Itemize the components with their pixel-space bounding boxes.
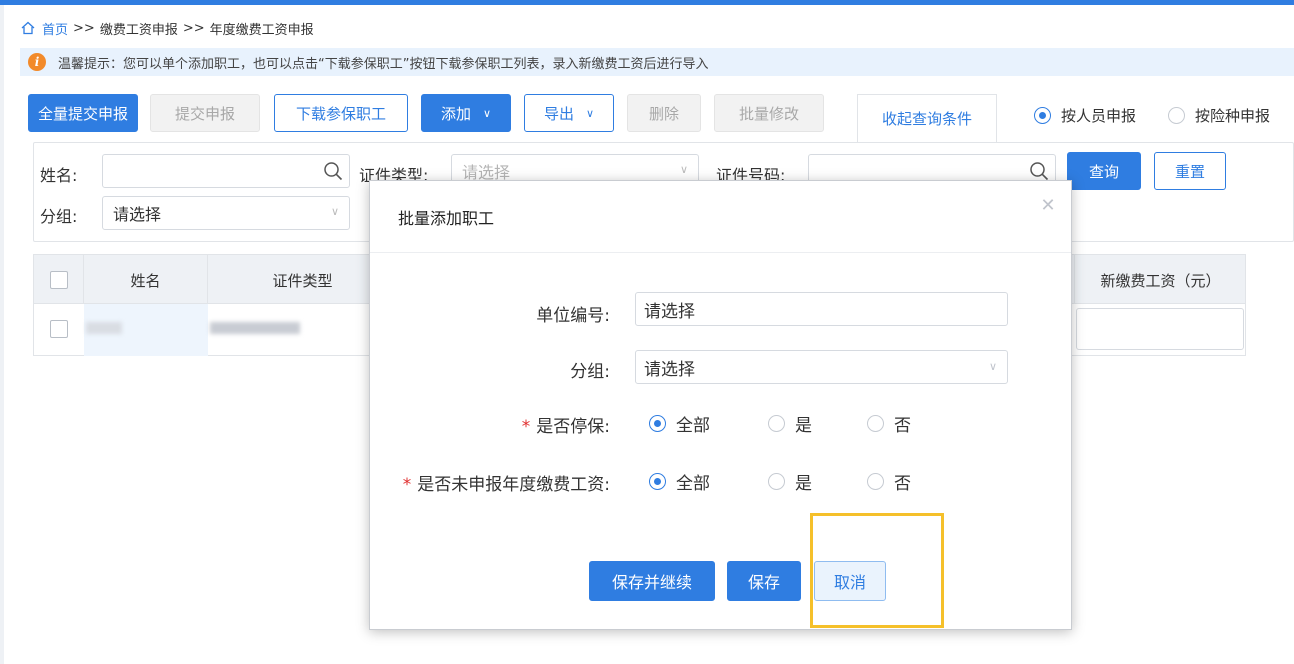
id-type-redacted — [210, 322, 300, 334]
unreported-option-label: 是 — [795, 473, 812, 494]
submit-all-button[interactable]: 全量提交申报 — [28, 94, 138, 132]
select-all-checkbox[interactable] — [49, 271, 68, 289]
column-header-name[interactable]: 姓名 — [84, 255, 208, 305]
required-mark: * — [521, 417, 531, 437]
unit-no-label: 单位编号: — [536, 306, 610, 326]
radio-unchecked-icon — [1168, 106, 1185, 124]
breadcrumb-separator: >> — [73, 20, 95, 36]
home-icon[interactable] — [20, 20, 36, 36]
unreported-option-yes[interactable]: 是 — [768, 470, 812, 494]
mode-person-radio[interactable]: 按人员申报 — [1034, 104, 1136, 126]
unreported-option-all[interactable]: 全部 — [649, 470, 710, 494]
query-button[interactable]: 查询 — [1067, 152, 1141, 190]
chevron-down-icon: ∨ — [330, 205, 339, 218]
breadcrumb-home-link[interactable]: 首页 — [42, 19, 68, 38]
breadcrumb: 首页 >> 缴费工资申报 >> 年度缴费工资申报 — [20, 18, 314, 38]
mode-person-label: 按人员申报 — [1061, 106, 1137, 125]
suspended-option-all[interactable]: 全部 — [649, 412, 710, 436]
batch-add-dialog: 批量添加职工 ✕ 单位编号: 请选择 分组: 请选择 ∨ * 是否停保: 全部 是… — [369, 180, 1072, 630]
close-icon[interactable]: ✕ — [1039, 197, 1057, 215]
radio-checked-icon — [649, 414, 666, 432]
suspended-label: * 是否停保: — [410, 412, 610, 437]
top-accent-bar — [0, 0, 1294, 5]
unreported-label-text: 是否未申报年度缴费工资: — [417, 475, 610, 495]
chevron-down-icon: ∨ — [988, 360, 997, 373]
highlight-box — [810, 513, 944, 628]
breadcrumb-separator: >> — [182, 20, 205, 36]
delete-button[interactable]: 删除 — [627, 94, 701, 132]
breadcrumb-level1[interactable]: 缴费工资申报 — [100, 19, 178, 38]
mode-insurance-label: 按险种申报 — [1195, 106, 1271, 125]
radio-checked-icon — [649, 472, 666, 490]
download-staff-button[interactable]: 下载参保职工 — [274, 94, 408, 132]
export-dropdown-button[interactable]: 导出 ∨ — [524, 94, 614, 132]
name-filter-input[interactable] — [102, 154, 350, 188]
suspended-option-label: 否 — [894, 415, 911, 436]
unit-no-field[interactable]: 请选择 — [635, 292, 1008, 326]
info-icon: i — [28, 53, 46, 71]
radio-unchecked-icon — [867, 472, 884, 490]
radio-checked-icon — [1034, 106, 1051, 124]
group-label: 分组: — [570, 362, 610, 382]
group-filter-select[interactable]: 请选择 ∨ — [102, 196, 350, 230]
save-button[interactable]: 保存 — [727, 561, 801, 601]
required-mark: * — [402, 475, 412, 495]
add-label: 添加 — [440, 104, 471, 123]
new-wage-input[interactable] — [1076, 308, 1244, 350]
radio-unchecked-icon — [768, 414, 785, 432]
unreported-option-label: 全部 — [676, 473, 710, 494]
unreported-option-label: 否 — [894, 473, 911, 494]
suspended-option-label: 全部 — [676, 415, 710, 436]
chevron-down-icon: ∨ — [585, 106, 595, 120]
search-icon[interactable] — [1029, 161, 1049, 181]
dialog-title: 批量添加职工 — [398, 209, 495, 228]
tip-text: 温馨提示：您可以单个添加职工，也可以点击“下载参保职工”按钮下载参保职工列表，录… — [58, 56, 709, 72]
name-filter-label: 姓名: — [40, 166, 78, 185]
save-and-continue-button[interactable]: 保存并继续 — [589, 561, 715, 601]
radio-unchecked-icon — [867, 414, 884, 432]
group-filter-label: 分组: — [40, 207, 78, 226]
unit-no-value: 请选择 — [644, 301, 695, 322]
search-icon[interactable] — [323, 161, 343, 181]
chevron-down-icon: ∨ — [482, 106, 492, 120]
row-checkbox[interactable] — [50, 320, 68, 338]
suspended-option-no[interactable]: 否 — [867, 412, 911, 436]
left-edge — [0, 5, 4, 664]
mode-insurance-radio[interactable]: 按险种申报 — [1168, 104, 1270, 126]
select-all-cell — [34, 255, 84, 305]
add-dropdown-button[interactable]: 添加 ∨ — [421, 94, 511, 132]
suspended-option-yes[interactable]: 是 — [768, 412, 812, 436]
unreported-label: * 是否未申报年度缴费工资: — [370, 470, 610, 495]
chevron-down-icon: ∨ — [679, 163, 688, 176]
suspended-option-label: 是 — [795, 415, 812, 436]
collapse-query-tab[interactable]: 收起查询条件 — [857, 94, 997, 142]
batch-edit-button[interactable]: 批量修改 — [714, 94, 824, 132]
radio-unchecked-icon — [768, 472, 785, 490]
unreported-option-no[interactable]: 否 — [867, 470, 911, 494]
group-select[interactable]: 请选择 ∨ — [635, 350, 1008, 384]
dialog-header: 批量添加职工 ✕ — [370, 181, 1071, 253]
column-header-new-wage[interactable]: 新缴费工资（元） — [1074, 255, 1246, 305]
export-label: 导出 — [543, 104, 574, 123]
row-checkbox-cell — [50, 320, 68, 342]
name-redacted — [86, 322, 122, 334]
reset-button[interactable]: 重置 — [1154, 152, 1226, 190]
group-filter-value: 请选择 — [113, 205, 162, 224]
suspended-label-text: 是否停保: — [536, 417, 610, 437]
breadcrumb-current: 年度缴费工资申报 — [209, 22, 314, 38]
tip-banner: i 温馨提示：您可以单个添加职工，也可以点击“下载参保职工”按钮下载参保职工列表… — [20, 48, 1294, 76]
submit-button[interactable]: 提交申报 — [150, 94, 260, 132]
group-value: 请选择 — [644, 359, 695, 380]
